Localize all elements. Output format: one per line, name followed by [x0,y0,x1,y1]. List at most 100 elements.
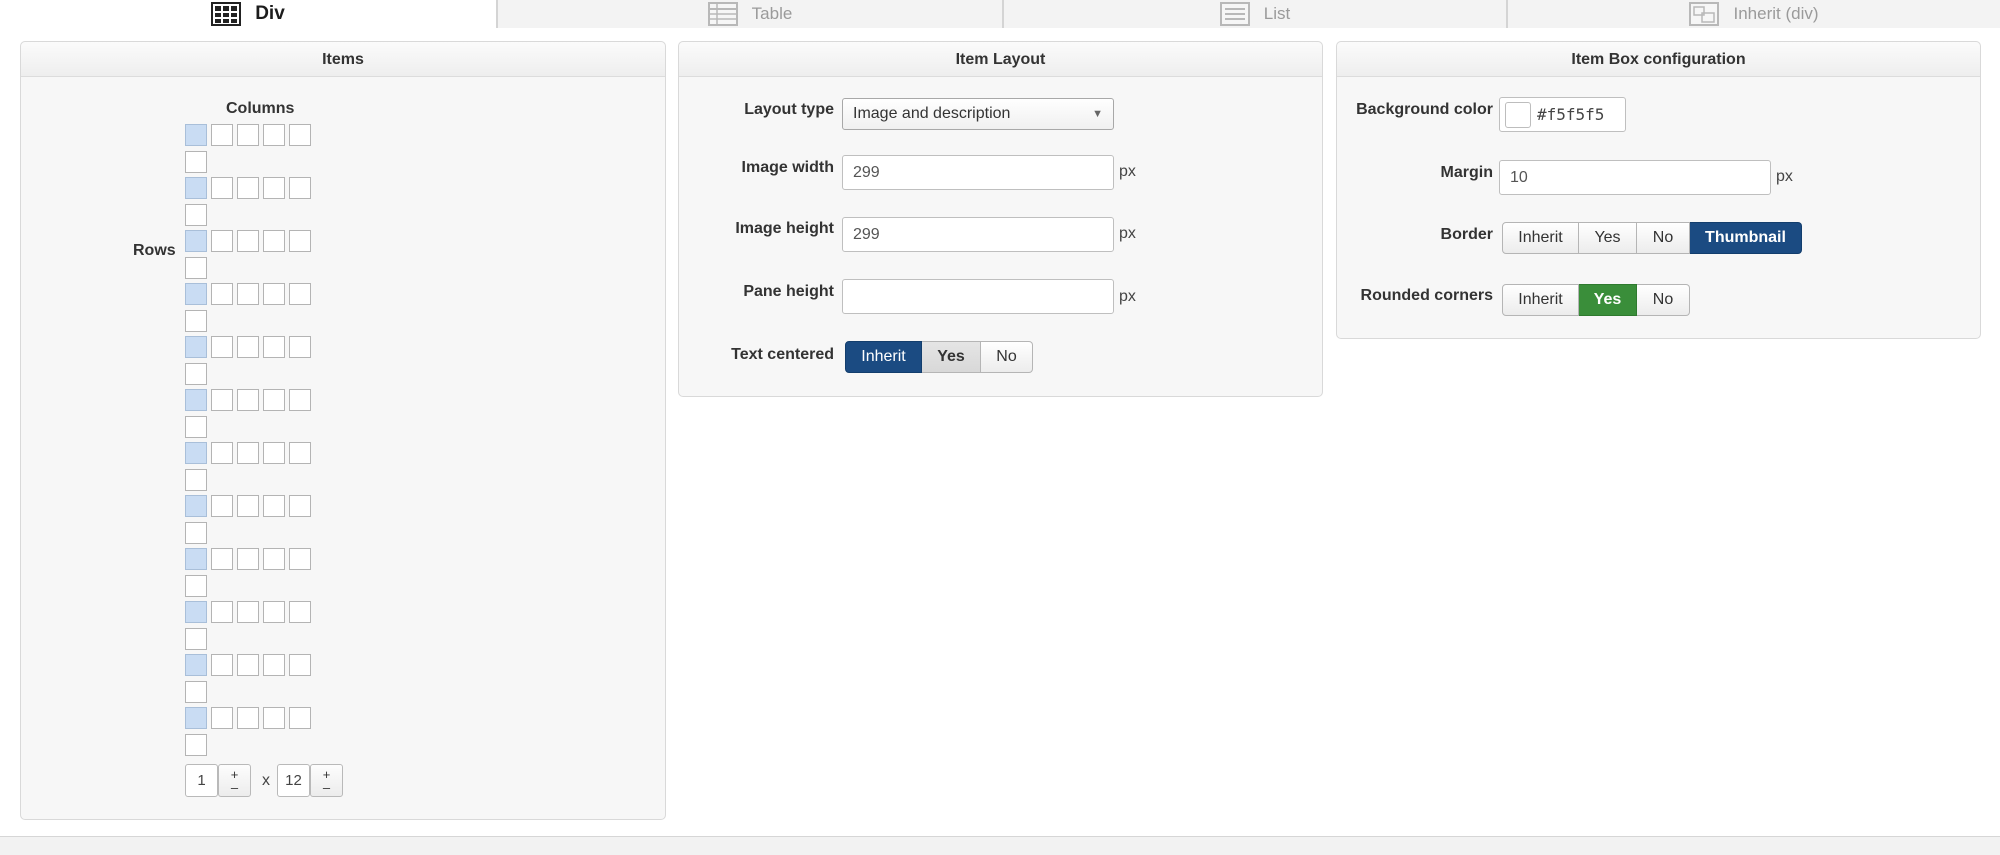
grid-cell[interactable] [185,124,207,146]
grid-cell[interactable] [237,601,259,623]
grid-cell[interactable] [185,469,207,491]
grid-cell[interactable] [237,124,259,146]
text-centered-no-button[interactable]: No [981,341,1033,373]
minus-icon[interactable]: – [231,781,238,794]
text-centered-inherit-button[interactable]: Inherit [845,341,922,373]
grid-cell[interactable] [185,257,207,279]
grid-cell[interactable] [211,495,233,517]
grid-cell[interactable] [263,495,285,517]
grid-cell[interactable] [211,654,233,676]
rows-count-input[interactable]: 12 [277,764,310,797]
grid-cell[interactable] [185,601,207,623]
grid-cell[interactable] [211,283,233,305]
grid-cell[interactable] [185,442,207,464]
grid-cell[interactable] [263,336,285,358]
layout-type-select[interactable]: Image and description ▼ [842,98,1114,130]
grid-cell[interactable] [289,336,311,358]
columns-count-input[interactable]: 1 [185,764,218,797]
grid-cell[interactable] [185,177,207,199]
minus-icon[interactable]: – [323,781,330,794]
grid-cell[interactable] [263,654,285,676]
image-height-input[interactable]: 299 [842,217,1114,252]
grid-cell[interactable] [185,416,207,438]
tab-list[interactable]: List [1002,0,1506,28]
grid-cell[interactable] [185,495,207,517]
grid-cell[interactable] [185,734,207,756]
grid-cell[interactable] [185,522,207,544]
rounded-inherit-button[interactable]: Inherit [1502,284,1579,316]
grid-cell[interactable] [237,389,259,411]
grid-cell[interactable] [211,336,233,358]
border-inherit-button[interactable]: Inherit [1502,222,1579,254]
grid-cell[interactable] [211,548,233,570]
grid-cell[interactable] [263,707,285,729]
grid-cell[interactable] [237,177,259,199]
tab-table[interactable]: Table [496,0,1002,28]
grid-cell[interactable] [289,124,311,146]
grid-cell[interactable] [185,283,207,305]
grid-cell[interactable] [185,707,207,729]
grid-cell[interactable] [263,442,285,464]
plus-icon[interactable]: + [323,768,331,781]
grid-cell[interactable] [289,548,311,570]
border-thumbnail-button[interactable]: Thumbnail [1690,222,1802,254]
color-swatch[interactable] [1505,101,1531,128]
rounded-yes-button[interactable]: Yes [1579,284,1637,316]
grid-cell[interactable] [211,124,233,146]
pane-height-input[interactable] [842,279,1114,314]
grid-cell[interactable] [237,230,259,252]
border-no-button[interactable]: No [1637,222,1690,254]
plus-icon[interactable]: + [231,768,239,781]
grid-cell[interactable] [211,389,233,411]
grid-cell[interactable] [185,628,207,650]
grid-cell[interactable] [263,389,285,411]
text-centered-yes-button[interactable]: Yes [922,341,981,373]
grid-cell[interactable] [185,363,207,385]
grid-cell[interactable] [263,124,285,146]
grid-cell[interactable] [289,442,311,464]
border-yes-button[interactable]: Yes [1579,222,1637,254]
grid-cell[interactable] [289,707,311,729]
grid-cell[interactable] [289,230,311,252]
grid-cell[interactable] [289,177,311,199]
columns-stepper[interactable]: + – [218,764,251,797]
rounded-no-button[interactable]: No [1637,284,1690,316]
grid-cell[interactable] [185,230,207,252]
grid-cell[interactable] [185,681,207,703]
grid-cell[interactable] [211,230,233,252]
grid-cell[interactable] [211,177,233,199]
grid-cell[interactable] [289,389,311,411]
grid-cell[interactable] [289,495,311,517]
grid-cell[interactable] [237,707,259,729]
grid-cell[interactable] [237,548,259,570]
grid-cell[interactable] [211,601,233,623]
background-color-picker[interactable]: #f5f5f5 [1499,97,1626,132]
grid-cell[interactable] [185,310,207,332]
tab-inherit[interactable]: Inherit (div) [1506,0,2000,28]
grid-cell[interactable] [237,283,259,305]
grid-cell[interactable] [185,575,207,597]
grid-cell[interactable] [263,283,285,305]
grid-cell[interactable] [263,230,285,252]
grid-cell[interactable] [289,654,311,676]
grid-cell[interactable] [185,151,207,173]
tab-div[interactable]: Div [0,0,496,29]
grid-cell[interactable] [211,707,233,729]
rows-stepper[interactable]: + – [310,764,343,797]
grid-cell[interactable] [263,177,285,199]
grid-cell[interactable] [237,336,259,358]
grid-cell[interactable] [185,389,207,411]
grid-cell[interactable] [185,336,207,358]
grid-cell[interactable] [263,548,285,570]
grid-cell[interactable] [237,495,259,517]
grid-cell[interactable] [237,654,259,676]
grid-cell[interactable] [289,601,311,623]
margin-input[interactable]: 10 [1499,160,1771,195]
grid-cell[interactable] [237,442,259,464]
grid-cell[interactable] [185,654,207,676]
grid-cell[interactable] [289,283,311,305]
grid-cell[interactable] [185,204,207,226]
grid-cell[interactable] [185,548,207,570]
image-width-input[interactable]: 299 [842,155,1114,190]
grid-cell[interactable] [263,601,285,623]
